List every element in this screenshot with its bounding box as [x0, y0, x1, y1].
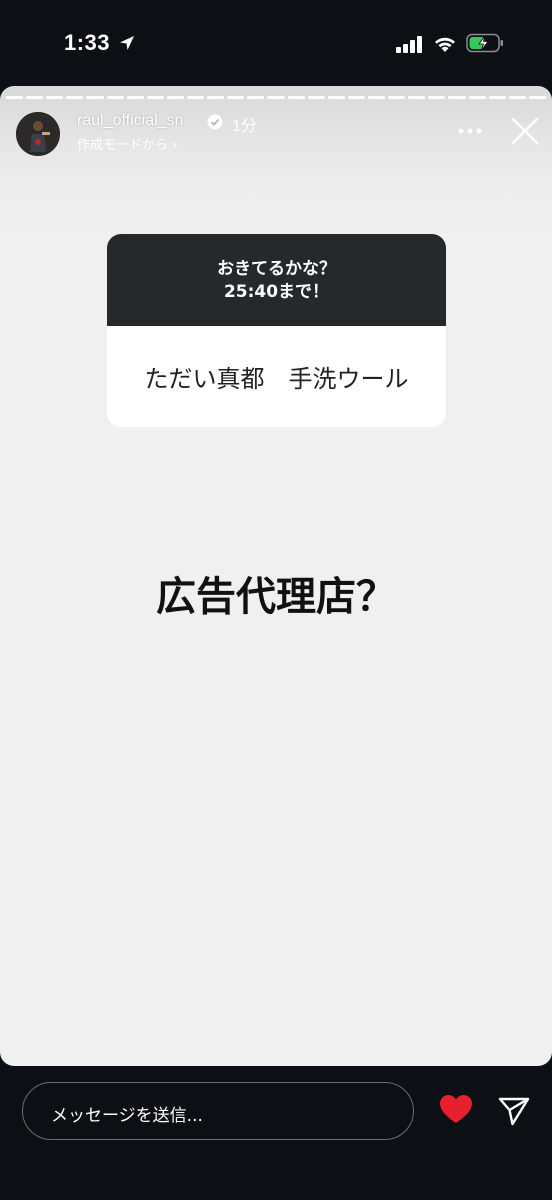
close-icon[interactable]	[510, 116, 540, 146]
signal-icon	[396, 36, 422, 53]
username[interactable]: raul_official_sn	[77, 112, 183, 130]
message-placeholder: メッセージを送信...	[51, 1106, 203, 1126]
more-icon[interactable]	[458, 128, 482, 134]
question-prompt: おきてるかな？ 25:40まで！	[107, 234, 446, 326]
verified-badge-icon	[207, 114, 223, 130]
heart-icon[interactable]	[440, 1095, 472, 1125]
question-answer: ただい真都 手洗ウール	[144, 365, 409, 393]
question-prompt-line2: 25:40まで！	[223, 282, 330, 302]
send-icon[interactable]	[498, 1096, 530, 1126]
creation-mode-link[interactable]: 作成モードから ›	[77, 134, 177, 153]
question-prompt-line1: おきてるかな？	[217, 259, 336, 279]
status-time: 1:33	[64, 30, 111, 55]
question-sticker[interactable]: おきてるかな？ 25:40まで！ ただい真都 手洗ウール	[107, 234, 446, 427]
location-arrow-icon	[120, 36, 134, 50]
story-main-text: 広告代理店？	[156, 574, 396, 620]
time-ago: 1分	[232, 118, 257, 135]
message-input[interactable]: メッセージを送信...	[22, 1082, 414, 1140]
story-progress-bar	[6, 96, 546, 100]
creation-mode-label: 作成モードから	[77, 138, 169, 153]
avatar[interactable]	[16, 112, 60, 156]
battery-charging-icon	[466, 33, 503, 53]
chevron-right-icon: ›	[172, 138, 178, 153]
story-view[interactable]: raul_official_sn 1分 作成モードから › おきてるかな？ 25…	[0, 86, 552, 1066]
status-bar: 1:33	[0, 0, 552, 86]
wifi-icon	[435, 37, 455, 52]
